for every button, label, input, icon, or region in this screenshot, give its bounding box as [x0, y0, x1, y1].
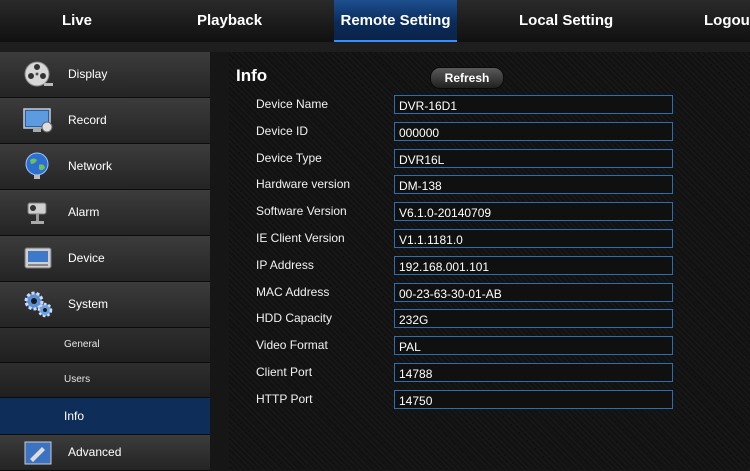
globe-icon: [25, 152, 49, 179]
info-row-value-field: 000000: [394, 122, 673, 141]
info-row-label: HDD Capacity: [256, 311, 333, 325]
security-camera-icon: [27, 202, 47, 224]
hard-drive-icon: [24, 247, 52, 269]
sidebar-item-record[interactable]: Record: [0, 98, 210, 144]
advanced-tools-icon: [24, 441, 52, 465]
info-row-label: IE Client Version: [256, 231, 345, 245]
sidebar-item-display[interactable]: Display: [0, 52, 210, 98]
info-row-label: Hardware version: [256, 177, 351, 191]
info-row-value-field: 192.168.001.101: [394, 256, 673, 275]
sidebar-subitem-label: Users: [64, 374, 91, 385]
info-row-value-field: DVR16L: [394, 149, 673, 168]
info-row-value-field: DVR-16D1: [394, 95, 673, 114]
tab-remote-setting[interactable]: Remote Setting: [334, 0, 457, 42]
sidebar-item-label: Device: [68, 251, 105, 265]
tab-live[interactable]: Live: [62, 0, 92, 42]
sidebar-item-network[interactable]: Network: [0, 144, 210, 190]
info-row-label: Video Format: [256, 338, 328, 352]
refresh-button[interactable]: Refresh: [430, 67, 504, 89]
gears-icon: [24, 291, 53, 318]
nav-divider: [0, 42, 750, 52]
info-row-value-field: 232G: [394, 309, 673, 328]
info-row-value-field: 00-23-63-30-01-AB: [394, 283, 673, 302]
monitor-camera-icon: [23, 108, 53, 133]
sidebar-item-label: System: [68, 297, 109, 311]
info-row-label: Device Type: [256, 151, 322, 165]
sidebar-item-advanced[interactable]: Advanced: [0, 435, 210, 471]
sidebar-item-device[interactable]: Device: [0, 236, 210, 282]
tab-local-setting[interactable]: Local Setting: [519, 0, 613, 42]
sidebar-item-label: Display: [68, 67, 108, 81]
sidebar-item-alarm[interactable]: Alarm: [0, 190, 210, 236]
info-row-value-field: DM-138: [394, 175, 673, 194]
info-row-label: Client Port: [256, 365, 313, 379]
info-row-label: MAC Address: [256, 285, 330, 299]
sidebar-subitem-label: General: [64, 339, 100, 350]
tab-playback[interactable]: Playback: [197, 0, 262, 42]
sidebar: Display Record Network Alarm Device Syst…: [0, 52, 210, 471]
info-row-label: Device ID: [256, 124, 309, 138]
sidebar-item-label: Alarm: [68, 205, 100, 219]
sidebar-subitem-general[interactable]: General: [0, 328, 210, 363]
sidebar-subitem-users[interactable]: Users: [0, 363, 210, 398]
info-row-label: Software Version: [256, 204, 347, 218]
info-row-value-field: 14750: [394, 390, 673, 409]
info-row-value-field: PAL: [394, 336, 673, 355]
info-row-label: HTTP Port: [256, 392, 313, 406]
sidebar-item-label: Network: [68, 159, 113, 173]
tab-logout[interactable]: Logou: [704, 0, 750, 42]
info-row-value-field: V1.1.1181.0: [394, 229, 673, 248]
top-navigation: Live Playback Remote Setting Local Setti…: [0, 0, 750, 43]
sidebar-item-label: Record: [68, 113, 107, 127]
sidebar-subitem-label: Info: [64, 409, 85, 423]
info-row-label: Device Name: [256, 97, 329, 111]
sidebar-item-system[interactable]: System: [0, 282, 210, 328]
film-reel-icon: [24, 61, 53, 87]
page-title: Info: [236, 66, 268, 85]
info-row-label: IP Address: [256, 258, 314, 272]
info-row-value-field: 14788: [394, 363, 673, 382]
sidebar-item-label: Advanced: [68, 445, 122, 459]
sidebar-subitem-info[interactable]: Info: [0, 398, 210, 435]
info-row-value-field: V6.1.0-20140709: [394, 202, 673, 221]
